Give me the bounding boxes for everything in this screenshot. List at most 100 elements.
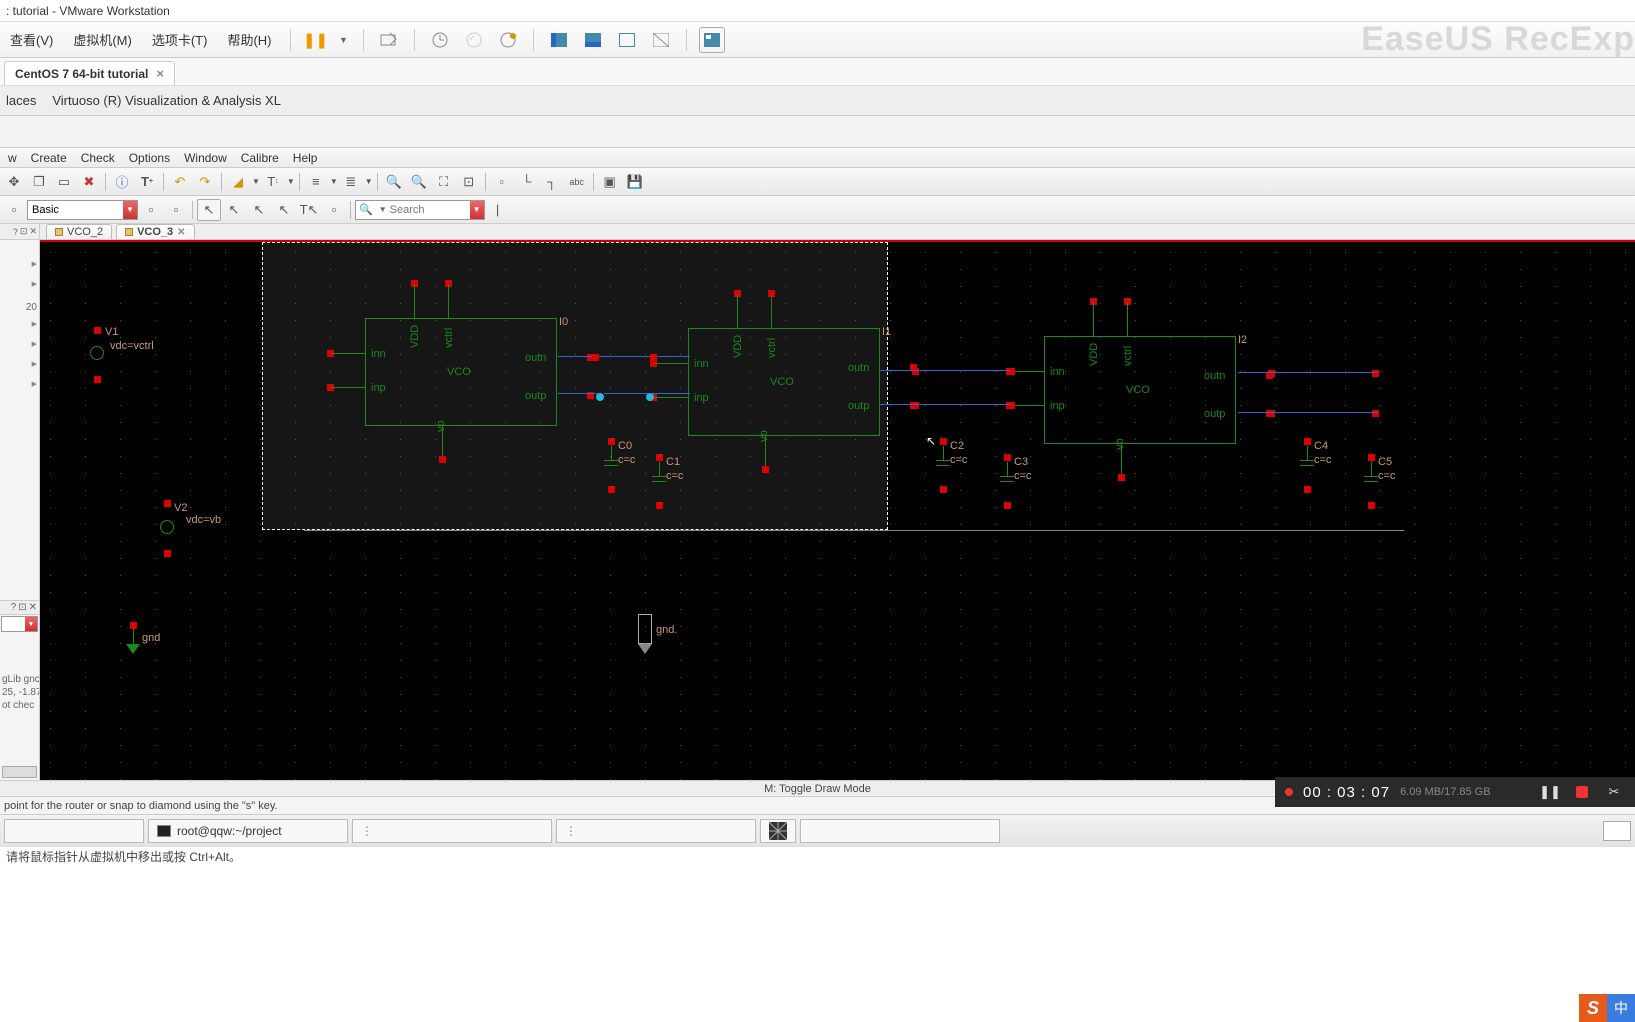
highlight-icon[interactable]: ◢: [226, 171, 250, 193]
tray-item[interactable]: [1603, 821, 1631, 841]
pin-icon[interactable]: ⊡: [18, 602, 26, 613]
copy-icon[interactable]: ❐: [27, 171, 51, 193]
taskbar-item-terminal[interactable]: root@qqw:~/project: [148, 819, 348, 843]
info-icon[interactable]: ⓘ: [110, 171, 134, 193]
doc-tab-vco3[interactable]: VCO_3 ✕: [116, 224, 194, 239]
cad-menu-help[interactable]: Help: [287, 149, 324, 167]
snapshot-manage-icon[interactable]: [495, 27, 521, 53]
pin-icon[interactable]: ⊡: [20, 226, 28, 237]
record-time: 00 : 03 : 07: [1303, 784, 1390, 801]
view-library-icon[interactable]: [699, 27, 725, 53]
descend-icon[interactable]: ▣: [598, 171, 622, 193]
tool-b-icon[interactable]: ▫: [164, 199, 188, 221]
port-label: inn: [371, 348, 386, 360]
chevron-down-icon[interactable]: ▼: [330, 177, 338, 186]
ime-indicator[interactable]: S 中: [1579, 994, 1635, 1022]
zoom-fit-icon[interactable]: ⛶: [432, 171, 456, 193]
view-unity-icon[interactable]: [648, 27, 674, 53]
view-single-icon[interactable]: [546, 27, 572, 53]
send-ctrlaltdel-icon[interactable]: [376, 27, 402, 53]
align-center-icon[interactable]: ≣: [339, 171, 363, 193]
zoom-out-icon[interactable]: 🔍: [407, 171, 431, 193]
label-icon[interactable]: abc: [565, 171, 589, 193]
select-text-icon[interactable]: T↖: [297, 199, 321, 221]
wire2-icon[interactable]: ┐: [540, 171, 564, 193]
menu-help[interactable]: 帮助(H): [221, 28, 277, 51]
view-fullscreen-icon[interactable]: [614, 27, 640, 53]
vm-tab-centos[interactable]: CentOS 7 64-bit tutorial ×: [4, 61, 175, 85]
cad-menu-calibre[interactable]: Calibre: [235, 149, 285, 167]
instance-name: I1: [882, 326, 891, 338]
pause-icon[interactable]: ❚❚: [303, 27, 329, 53]
place-icon[interactable]: ▫: [490, 171, 514, 193]
undo-icon[interactable]: ↶: [168, 171, 192, 193]
snapshot-icon[interactable]: [427, 27, 453, 53]
dropdown-icon[interactable]: ▼: [337, 27, 351, 53]
taskbar-item[interactable]: ⋮: [352, 819, 552, 843]
capacitor-icon: [611, 446, 612, 460]
taskbar-item-empty[interactable]: [4, 819, 144, 843]
select-add-icon[interactable]: ↖: [222, 199, 246, 221]
textsize-icon[interactable]: T↕: [261, 171, 285, 193]
cad-menu-options[interactable]: Options: [123, 149, 176, 167]
menu-vm[interactable]: 虚拟机(M): [67, 28, 138, 51]
menu-tabs[interactable]: 选项卡(T): [146, 28, 214, 51]
close-icon[interactable]: ✕: [29, 602, 37, 613]
app-title[interactable]: Virtuoso (R) Visualization & Analysis XL: [52, 93, 281, 108]
taskbar-item[interactable]: [800, 819, 1000, 843]
stop-icon[interactable]: [1571, 781, 1593, 803]
search-go-icon[interactable]: |: [486, 199, 510, 221]
close-icon[interactable]: ✕: [29, 226, 37, 237]
cad-menu-w[interactable]: w: [2, 149, 23, 167]
move-icon[interactable]: ✥: [2, 171, 26, 193]
help-icon[interactable]: ?: [11, 602, 17, 613]
cadence-titlebar-area: [0, 116, 1635, 148]
scrollbar[interactable]: [2, 766, 37, 778]
chevron-down-icon[interactable]: ▼: [287, 177, 295, 186]
chevron-down-icon[interactable]: ▼: [365, 177, 373, 186]
cad-menu-window[interactable]: Window: [178, 149, 233, 167]
select-sub-icon[interactable]: ↖: [247, 199, 271, 221]
snapshot-revert-icon[interactable]: [461, 27, 487, 53]
panel-combo[interactable]: ▼: [1, 616, 38, 632]
instance-name: I0: [559, 316, 568, 328]
view-console-icon[interactable]: [580, 27, 606, 53]
text-icon[interactable]: T+: [135, 171, 159, 193]
library-combo[interactable]: ▼: [27, 200, 138, 220]
cad-menu-check[interactable]: Check: [75, 149, 121, 167]
ground-rect-icon: [638, 614, 652, 644]
redo-icon[interactable]: ↷: [193, 171, 217, 193]
chevron-down-icon[interactable]: ▼: [252, 177, 260, 186]
select-all-icon[interactable]: ↖: [272, 199, 296, 221]
cad-menu-create[interactable]: Create: [25, 149, 73, 167]
places-menu[interactable]: laces: [6, 93, 36, 108]
help-icon[interactable]: ?: [13, 227, 18, 237]
chevron-down-icon[interactable]: ▼: [123, 201, 137, 219]
align-left-icon[interactable]: ≡: [304, 171, 328, 193]
delete-icon[interactable]: ✖: [77, 171, 101, 193]
zoom-sel-icon[interactable]: ⊡: [457, 171, 481, 193]
wire: [654, 363, 688, 364]
paste-icon[interactable]: ▭: [52, 171, 76, 193]
doc-tab-vco2[interactable]: VCO_2: [46, 224, 112, 239]
zoom-in-icon[interactable]: 🔍: [382, 171, 406, 193]
chevron-down-icon[interactable]: ▼: [376, 205, 390, 214]
lib-icon[interactable]: ▫: [2, 199, 26, 221]
search-box[interactable]: 🔍 ▼ ▼: [355, 200, 485, 220]
search-input[interactable]: [390, 201, 470, 219]
close-icon[interactable]: ✕: [177, 227, 185, 238]
deselect-icon[interactable]: ▫: [322, 199, 346, 221]
close-icon[interactable]: ×: [156, 66, 164, 81]
select-icon[interactable]: ↖: [197, 199, 221, 221]
chevron-down-icon[interactable]: ▼: [470, 201, 484, 219]
wire-icon[interactable]: └: [515, 171, 539, 193]
schematic-canvas[interactable]: V1 vdc=vctrl V2 vdc=vb gnd gnd. I0VCOinn…: [40, 240, 1635, 780]
tool-a-icon[interactable]: ▫: [139, 199, 163, 221]
pause-icon[interactable]: ❚❚: [1539, 781, 1561, 803]
menu-view[interactable]: 查看(V): [4, 28, 59, 51]
taskbar-item-pattern[interactable]: [760, 819, 796, 843]
clip-icon[interactable]: ✂: [1603, 781, 1625, 803]
library-input[interactable]: [28, 201, 123, 219]
taskbar-item[interactable]: ⋮: [556, 819, 756, 843]
save-icon[interactable]: 💾: [623, 171, 647, 193]
